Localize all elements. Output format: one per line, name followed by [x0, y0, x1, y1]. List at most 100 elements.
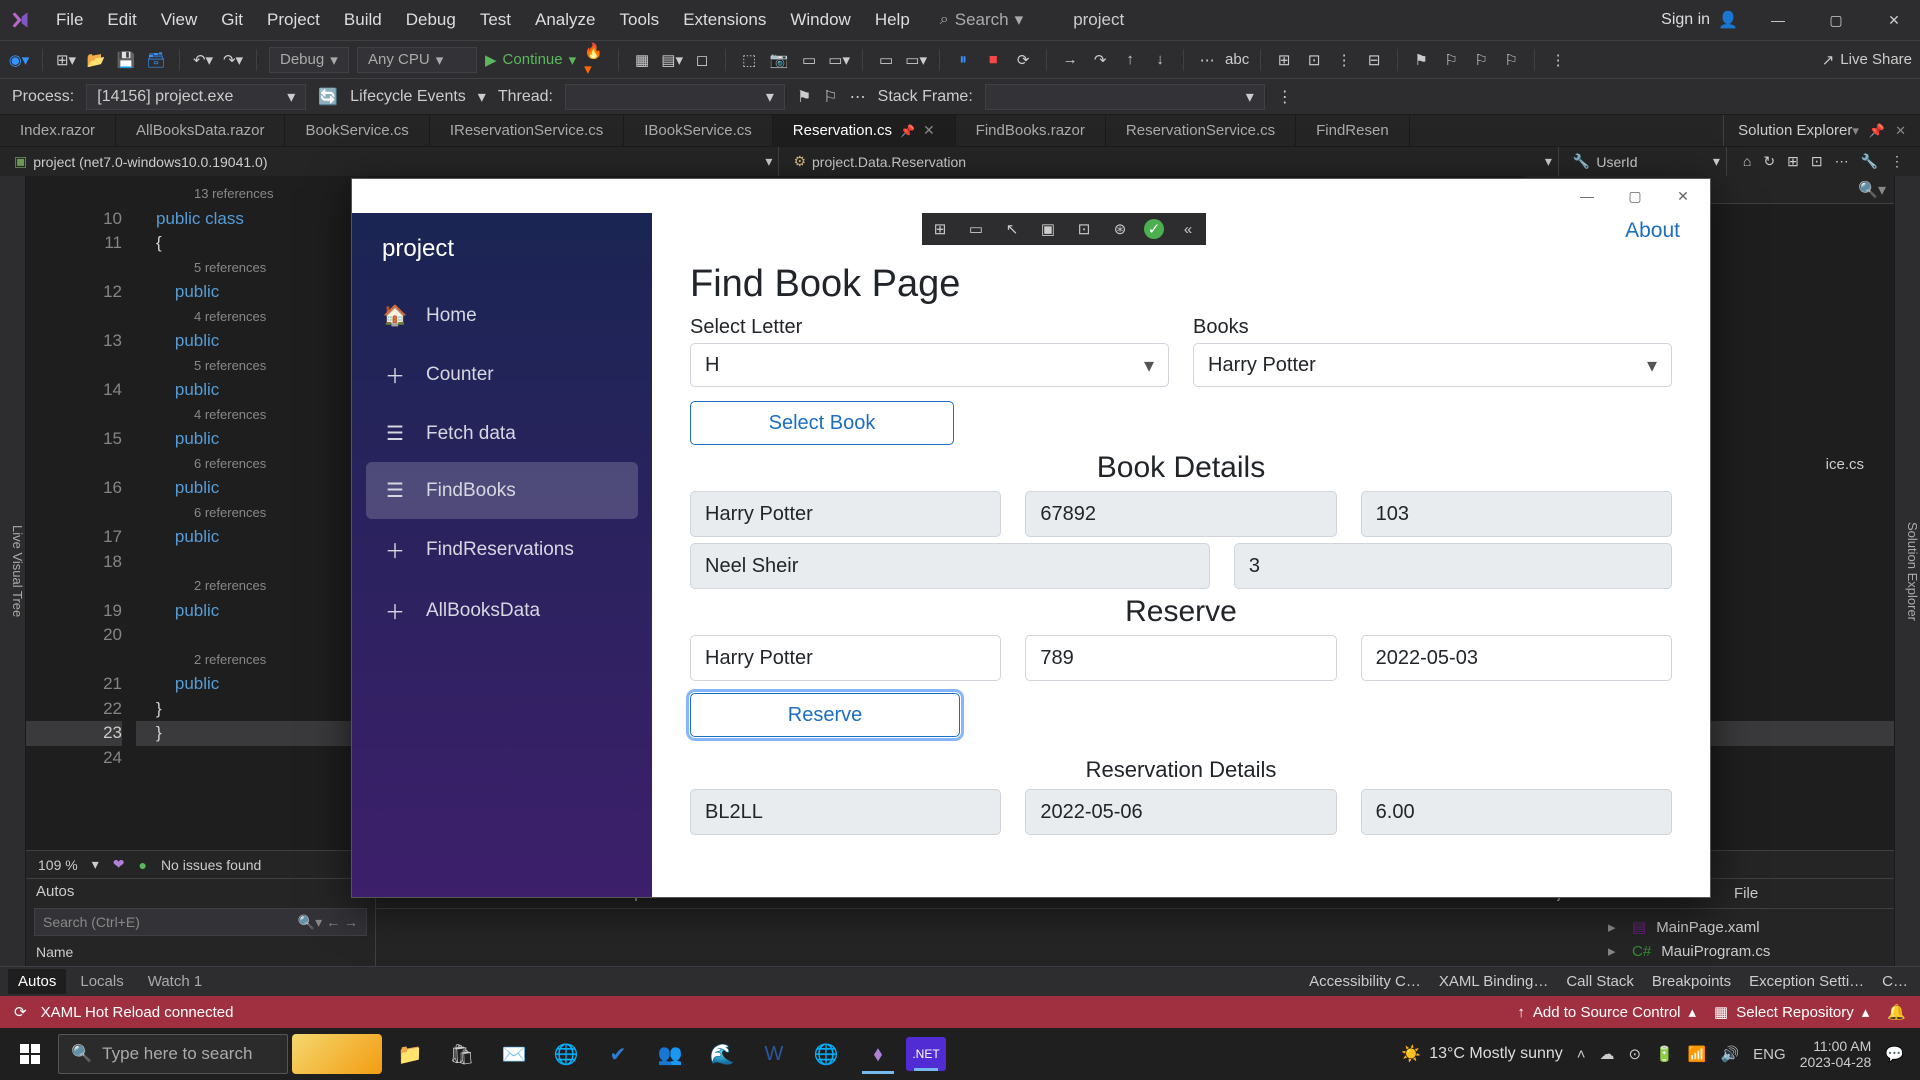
undo-icon[interactable]: ↶▾: [192, 49, 214, 71]
solution-toolbar-icon-3[interactable]: ⊞: [1787, 153, 1799, 170]
arrow-right-icon[interactable]: →: [344, 914, 358, 930]
step-out-icon[interactable]: ↑: [1119, 49, 1141, 71]
app-close-button[interactable]: ✕: [1660, 181, 1706, 211]
taskbar-app-teams[interactable]: 👥: [646, 1034, 694, 1074]
platform-combo[interactable]: Any CPU▾: [357, 47, 477, 73]
toolbar-icon-3[interactable]: ◻: [691, 49, 713, 71]
tray-meet-icon[interactable]: ⊙: [1629, 1045, 1642, 1063]
taskbar-search[interactable]: 🔍 Type here to search: [58, 1034, 288, 1074]
start-button[interactable]: [6, 1034, 54, 1074]
nav-findbooks[interactable]: ☰FindBooks: [366, 462, 638, 519]
toolbar-icon-2[interactable]: ▤▾: [661, 49, 683, 71]
taskbar-app-explorer[interactable]: 📁: [386, 1034, 434, 1074]
toolbar-misc-5[interactable]: ⋮: [1333, 49, 1355, 71]
tab-findbooks[interactable]: FindBooks.razor: [956, 115, 1106, 146]
debug-tool-icon-1[interactable]: ⊞: [928, 217, 952, 241]
bottom-tab-locals[interactable]: Locals: [70, 969, 133, 994]
debug-tool-ok-icon[interactable]: ✓: [1144, 219, 1164, 239]
about-link[interactable]: About: [1625, 219, 1680, 242]
add-to-source-control[interactable]: ↑Add to Source Control▴: [1517, 1003, 1696, 1021]
solution-explorer-tab[interactable]: Solution Explorer ▾📌✕: [1723, 115, 1920, 146]
taskbar-app-store[interactable]: 🛍: [438, 1034, 486, 1074]
maximize-button[interactable]: ▢: [1818, 2, 1854, 38]
solution-toolbar-icon-2[interactable]: ↻: [1763, 153, 1775, 170]
bottom-tab-xaml-binding[interactable]: XAML Binding…: [1439, 973, 1549, 990]
bottom-tab-watch1[interactable]: Watch 1: [138, 969, 212, 994]
toolbar-misc-4[interactable]: ⊡: [1303, 49, 1325, 71]
nav-member-combo[interactable]: 🔧 UserId ▾: [1567, 147, 1727, 176]
tray-battery-icon[interactable]: 🔋: [1655, 1045, 1674, 1063]
restart-icon[interactable]: ⟳: [1012, 49, 1034, 71]
thread-combo[interactable]: ▾: [565, 84, 785, 110]
configuration-combo[interactable]: Debug▾: [269, 47, 349, 73]
col-file[interactable]: File: [1734, 885, 1834, 902]
tray-language[interactable]: ENG: [1753, 1046, 1786, 1063]
tab-reservation[interactable]: Reservation.cs📌✕: [773, 115, 956, 146]
thread-icon-2[interactable]: ⚐: [823, 87, 837, 107]
toolbar-end-icon[interactable]: ⋮: [1547, 49, 1569, 71]
select-letter-dropdown[interactable]: H▾: [690, 343, 1169, 387]
nav-project-combo[interactable]: ▣ project (net7.0-windows10.0.19041.0) ▾: [8, 147, 779, 176]
tray-chevron-up-icon[interactable]: ˄: [1577, 1046, 1586, 1063]
menu-debug[interactable]: Debug: [394, 0, 468, 40]
live-share-button[interactable]: ↗ Live Share: [1822, 51, 1912, 69]
nav-fetch-data[interactable]: ☰Fetch data: [352, 405, 652, 462]
tab-reservationservice[interactable]: ReservationService.cs: [1106, 115, 1296, 146]
toolbar-misc-3[interactable]: ⊞: [1273, 49, 1295, 71]
menu-edit[interactable]: Edit: [95, 0, 148, 40]
menu-file[interactable]: File: [44, 0, 95, 40]
debug-tool-icon-6[interactable]: ⊛: [1108, 217, 1132, 241]
rail-solution-explorer[interactable]: Solution Explorer: [1905, 522, 1920, 621]
lifecycle-icon[interactable]: 🔄: [318, 87, 338, 107]
toolbar-icon-4[interactable]: ⬚: [738, 49, 760, 71]
bookmark-prev-icon[interactable]: ⚐: [1440, 49, 1462, 71]
hot-reload-icon[interactable]: 🔥▾: [584, 49, 606, 71]
bottom-tab-accessibility[interactable]: Accessibility C…: [1309, 973, 1421, 990]
bookmark-icon[interactable]: ⚑: [1410, 49, 1432, 71]
tab-index[interactable]: Index.razor: [0, 115, 116, 146]
nav-allbooksdata[interactable]: ＋AllBooksData: [352, 580, 652, 641]
pause-icon[interactable]: ⏸: [952, 49, 974, 71]
tab-ibookservice[interactable]: IBookService.cs: [624, 115, 773, 146]
pin-icon[interactable]: 📌: [1869, 123, 1885, 139]
thread-icon-3[interactable]: ⋯: [850, 87, 866, 107]
save-all-icon[interactable]: 🗃: [145, 49, 167, 71]
menu-window[interactable]: Window: [778, 0, 862, 40]
tab-findresen[interactable]: FindResen: [1296, 115, 1410, 146]
notifications-icon[interactable]: 🔔: [1887, 1003, 1906, 1021]
redo-icon[interactable]: ↷▾: [222, 49, 244, 71]
tray-onedrive-icon[interactable]: ☁: [1600, 1045, 1615, 1063]
tray-volume-icon[interactable]: 🔊: [1720, 1045, 1739, 1063]
solution-toolbar-icon-5[interactable]: ⋯: [1835, 153, 1849, 170]
toolbar-icon-6[interactable]: ▭: [798, 49, 820, 71]
select-repository[interactable]: ▦Select Repository▴: [1714, 1003, 1869, 1021]
open-icon[interactable]: 📂: [85, 49, 107, 71]
debug-tool-icon-2[interactable]: ▭: [964, 217, 988, 241]
processbar-overflow-icon[interactable]: ⋮: [1277, 87, 1293, 107]
bottom-tab-overflow[interactable]: C…: [1882, 973, 1908, 990]
select-book-button[interactable]: Select Book: [690, 401, 954, 445]
solution-toolbar-icon-6[interactable]: 🔧: [1861, 153, 1878, 170]
debug-tool-icon-5[interactable]: ⊡: [1072, 217, 1096, 241]
continue-button[interactable]: ▶Continue▾: [485, 51, 576, 69]
step-into-icon[interactable]: →: [1059, 49, 1081, 71]
bookmark-next-icon[interactable]: ⚐: [1470, 49, 1492, 71]
menu-build[interactable]: Build: [332, 0, 394, 40]
tab-ireservationservice[interactable]: IReservationService.cs: [430, 115, 624, 146]
reserve-date-input[interactable]: 2022-05-03: [1361, 635, 1672, 681]
menu-help[interactable]: Help: [863, 0, 922, 40]
toolbar-icon-1[interactable]: ▦: [631, 49, 653, 71]
process-combo[interactable]: [14156] project.exe▾: [86, 84, 306, 110]
stack-combo[interactable]: ▾: [985, 84, 1265, 110]
close-button[interactable]: ✕: [1876, 2, 1912, 38]
minimize-button[interactable]: —: [1760, 2, 1796, 38]
pin-icon[interactable]: 📌: [900, 124, 915, 138]
app-minimize-button[interactable]: —: [1564, 181, 1610, 211]
tray-wifi-icon[interactable]: 📶: [1688, 1045, 1707, 1063]
dropdown-icon[interactable]: ▾: [1852, 123, 1859, 139]
taskbar-app-chrome2[interactable]: 🌐: [802, 1034, 850, 1074]
reserve-book-name-input[interactable]: Harry Potter: [690, 635, 1001, 681]
menu-git[interactable]: Git: [209, 0, 255, 40]
debug-tool-icon-3[interactable]: ↖: [1000, 217, 1024, 241]
close-icon[interactable]: ✕: [923, 122, 935, 139]
